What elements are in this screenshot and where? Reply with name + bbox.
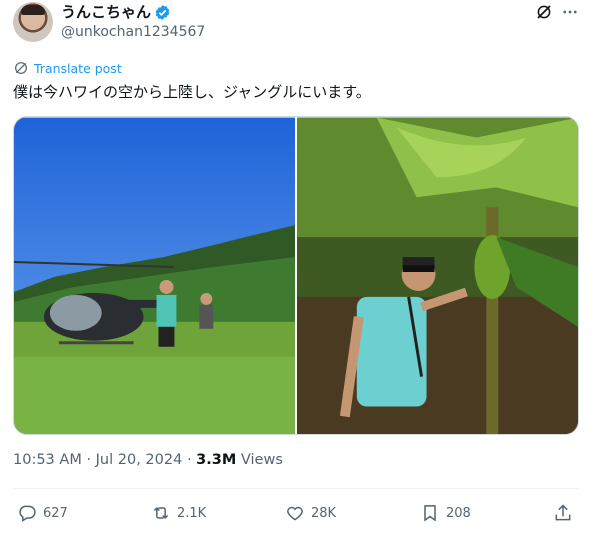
reply-count: 627: [43, 505, 68, 521]
media-grid: [13, 116, 579, 435]
photo-jungle-bananas[interactable]: [297, 117, 578, 435]
views-label: Views: [236, 452, 283, 468]
like-count: 28K: [311, 505, 337, 521]
avatar[interactable]: [13, 2, 53, 42]
divider: [13, 488, 579, 489]
reply-icon: [19, 505, 36, 522]
repost-count: 2.1K: [177, 505, 207, 521]
reply-button[interactable]: 627: [17, 503, 68, 523]
bookmark-count: 208: [446, 505, 471, 521]
translate-post-link[interactable]: Translate post: [13, 60, 122, 76]
share-icon: [555, 504, 571, 521]
heart-icon: [287, 506, 303, 521]
more-icon[interactable]: [561, 3, 579, 21]
tweet-meta: 10:53 AM · Jul 20, 2024 · 3.3M Views: [13, 452, 283, 468]
meta-separator: ·: [182, 452, 197, 468]
repost-button[interactable]: 2.1K: [151, 503, 206, 523]
tweet-text: 僕は今ハワイの空から上陸し、ジャングルにいます。: [13, 83, 371, 101]
post-time[interactable]: 10:53 AM: [13, 452, 82, 468]
views-count: 3.3M: [196, 452, 237, 468]
user-handle[interactable]: @unkochan1234567: [61, 23, 205, 41]
grok-icon[interactable]: [535, 3, 553, 21]
post-date[interactable]: Jul 20, 2024: [96, 452, 183, 468]
photo-helicopter[interactable]: [14, 117, 295, 435]
globe-icon: [15, 62, 27, 74]
meta-separator: ·: [81, 452, 96, 468]
share-button[interactable]: [553, 503, 573, 523]
display-name[interactable]: うんこちゃん: [61, 2, 151, 22]
verified-badge-icon: [155, 5, 170, 20]
like-button[interactable]: 28K: [285, 503, 336, 523]
bookmark-icon: [424, 505, 436, 522]
bookmark-button[interactable]: 208: [420, 503, 471, 523]
action-bar: 627 2.1K 28K 208: [13, 503, 579, 525]
repost-icon: [153, 506, 169, 520]
translate-label: Translate post: [34, 60, 122, 76]
